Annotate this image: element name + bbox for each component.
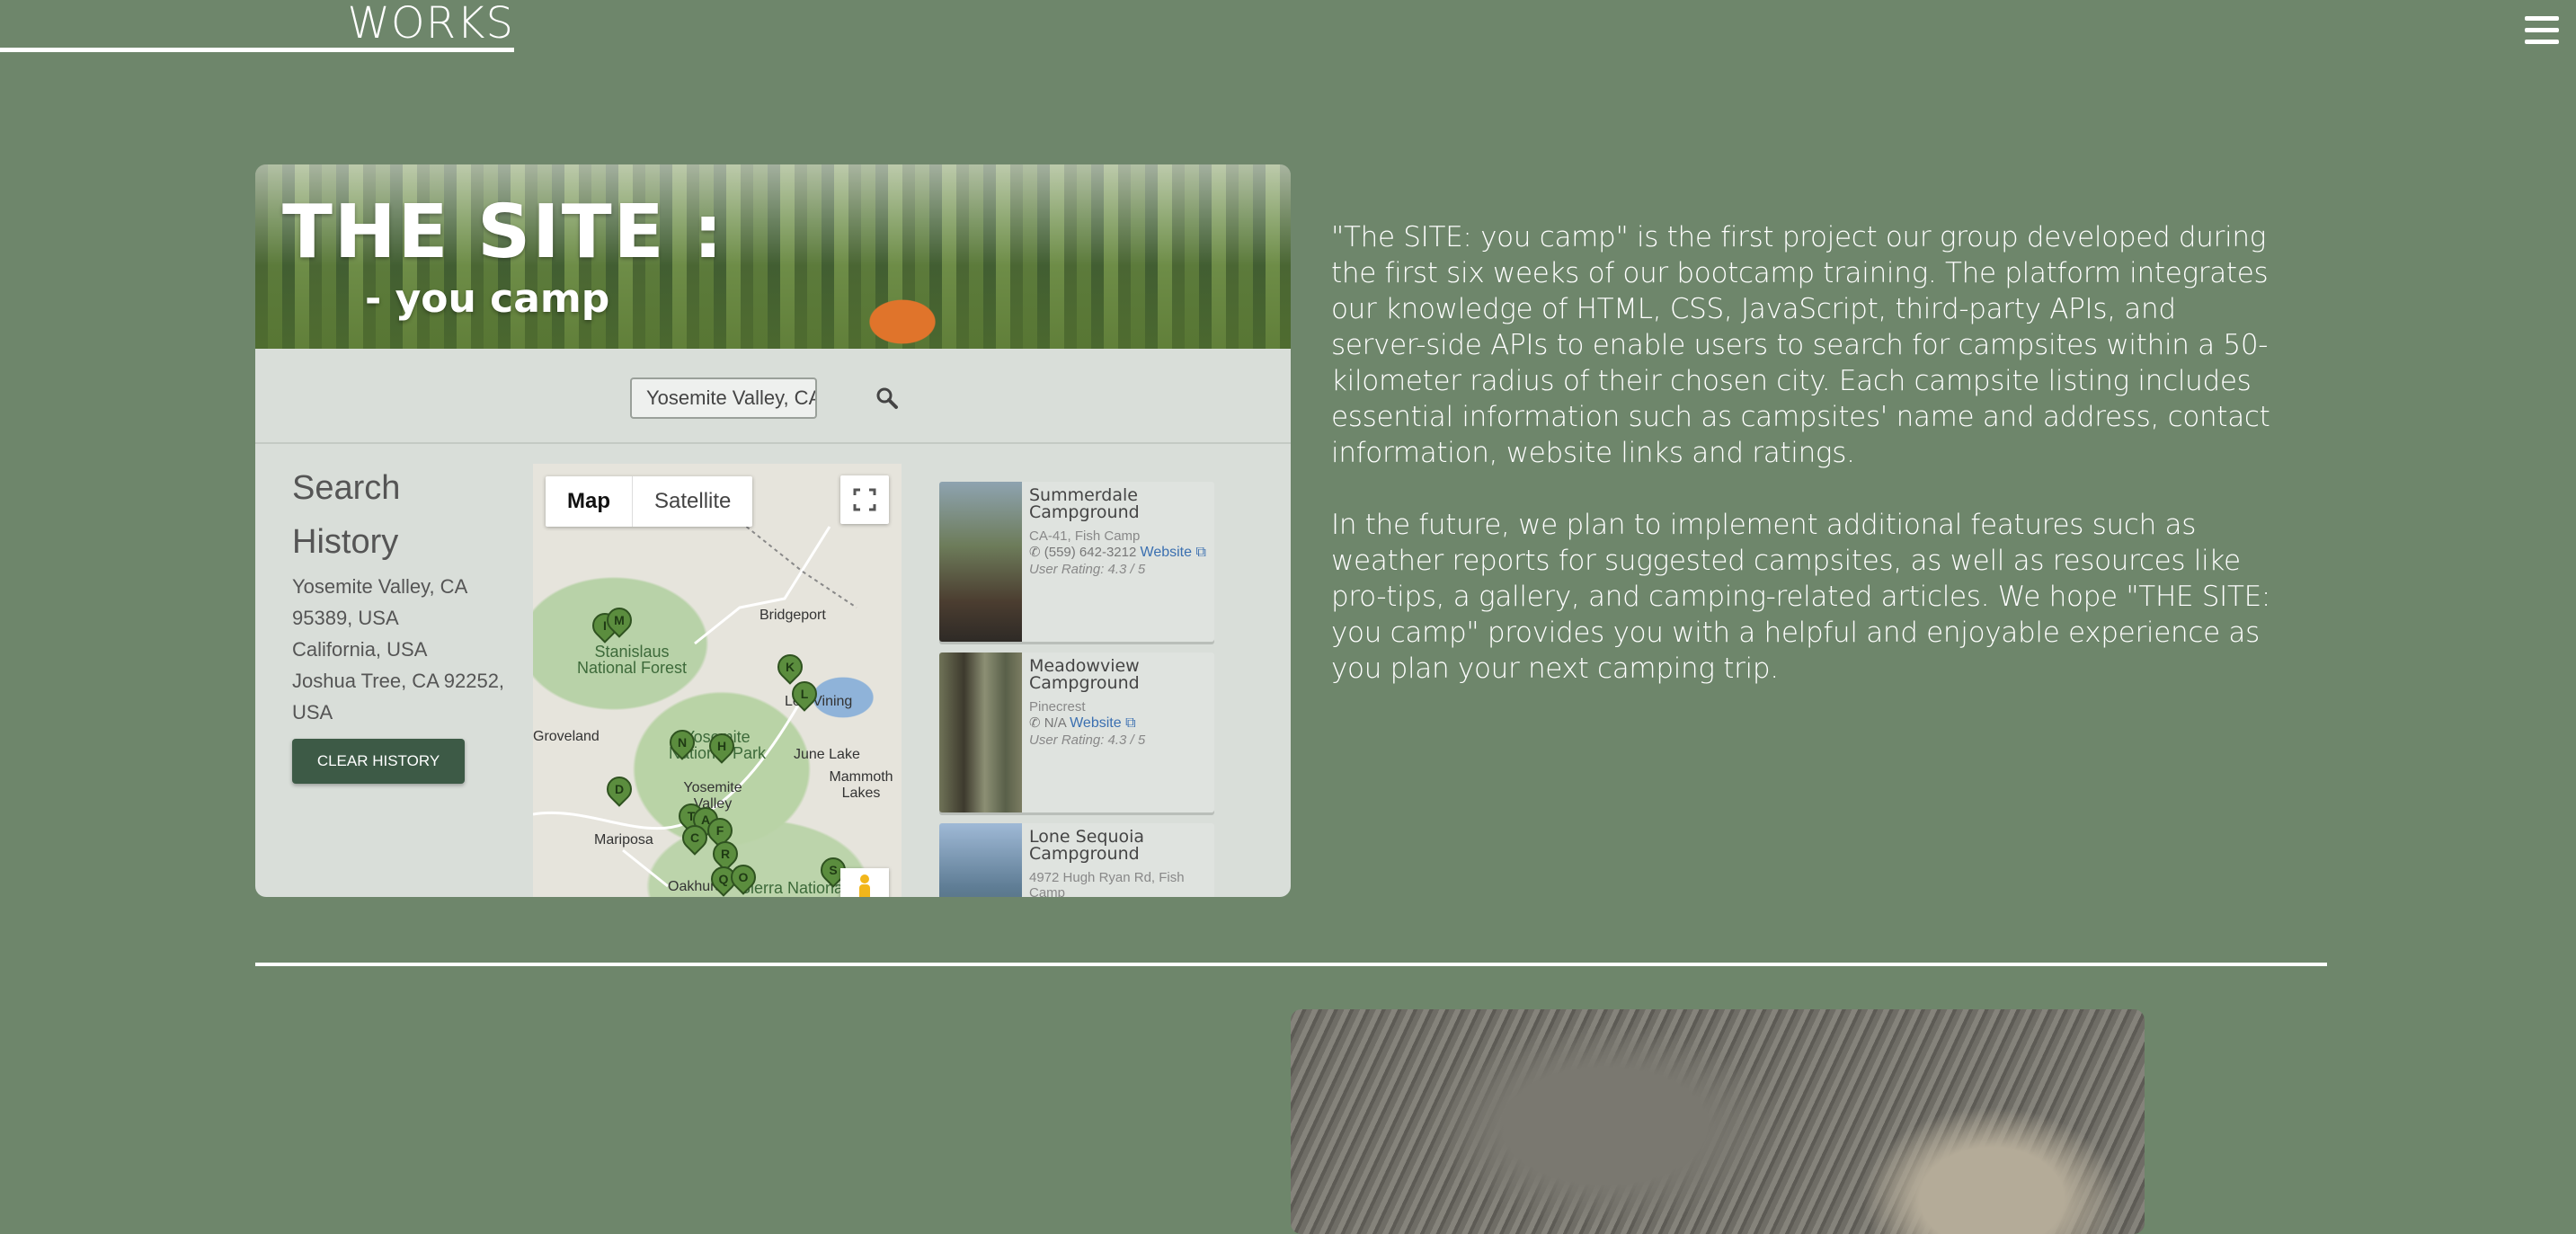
phone-icon: ✆: [1029, 545, 1041, 560]
search-icon[interactable]: [875, 386, 899, 410]
hero-subtitle: - you camp: [365, 276, 610, 322]
history-item[interactable]: Yosemite Valley, CA 95389, USA: [292, 571, 508, 634]
campsite-address: CA-41, Fish Camp: [1029, 528, 1141, 544]
search-input[interactable]: Yosemite Valley, CA, USA: [630, 377, 817, 419]
map-label: June Lake: [794, 747, 860, 762]
hero-banner: THE SITE : - you camp: [255, 164, 1291, 349]
map-label: Stanislaus National Forest: [576, 643, 688, 677]
history-item[interactable]: California, USA: [292, 634, 508, 665]
website-link[interactable]: Website ⧉: [1141, 545, 1206, 560]
campsite-phone: ✆ N/A Website ⧉: [1029, 715, 1136, 731]
section-title: WORKS: [347, 0, 514, 49]
phone-icon: ✆: [1029, 715, 1041, 731]
search-history: Search History Yosemite Valley, CA 95389…: [292, 461, 508, 784]
campsite-card[interactable]: Summerdale Campground CA-41, Fish Camp ✆…: [939, 482, 1214, 642]
search-bar: Yosemite Valley, CA, USA: [255, 349, 1291, 444]
history-heading: Search History: [292, 469, 401, 561]
campsite-name: Meadowview Campground: [1029, 656, 1140, 693]
external-link-icon: ⧉: [1195, 545, 1206, 560]
campsite-photo: [939, 482, 1022, 642]
project-screenshot-card[interactable]: THE SITE : - you camp Yosemite Valley, C…: [255, 164, 1291, 897]
next-project-image[interactable]: [1291, 1009, 2145, 1234]
campsite-photo: [939, 823, 1022, 897]
map-label: Groveland: [533, 729, 600, 744]
project-description: "The SITE: you camp" is the first projec…: [1331, 219, 2275, 723]
map-label: Bridgeport: [759, 608, 826, 623]
campsite-address: Pinecrest: [1029, 699, 1086, 715]
campsite-photo: [939, 653, 1022, 812]
campsite-name: Summerdale Campground: [1029, 485, 1140, 522]
campsite-rating: User Rating: 4.3 / 5: [1029, 732, 1146, 748]
description-paragraph: In the future, we plan to implement addi…: [1331, 509, 2271, 685]
map-type-map-button[interactable]: Map: [546, 476, 633, 527]
fullscreen-icon[interactable]: [840, 475, 889, 524]
pegman-icon[interactable]: [840, 868, 889, 897]
campsite-results-list[interactable]: Summerdale Campground CA-41, Fish Camp ✆…: [939, 482, 1214, 897]
external-link-icon: ⧉: [1125, 715, 1136, 731]
campsite-phone: ✆ (559) 642-3212 Website ⧉: [1029, 545, 1206, 560]
clear-history-button[interactable]: CLEAR HISTORY: [292, 739, 465, 784]
section-divider: [255, 963, 2327, 966]
description-paragraph: "The SITE: you camp" is the first projec…: [1331, 221, 2270, 469]
campsite-name: Lone Sequoia Campground: [1029, 827, 1145, 864]
campsite-card[interactable]: Lone Sequoia Campground 4972 Hugh Ryan R…: [939, 823, 1214, 897]
map-type-control: Map Satellite: [546, 476, 753, 527]
campsite-card[interactable]: Meadowview Campground Pinecrest ✆ N/A We…: [939, 653, 1214, 812]
history-list: Yosemite Valley, CA 95389, USA Californi…: [292, 571, 508, 728]
map-label: Mammoth Lakes: [829, 769, 893, 801]
campsite-address: 4972 Hugh Ryan Rd, Fish Camp: [1029, 870, 1185, 897]
map-type-satellite-button[interactable]: Satellite: [633, 476, 752, 527]
hero-title: THE SITE :: [282, 190, 724, 275]
menu-icon[interactable]: [2525, 16, 2559, 49]
campsite-map[interactable]: Bridgeport Stanislaus National Forest Gr…: [533, 464, 902, 897]
campsite-rating: User Rating: 4.3 / 5: [1029, 562, 1146, 577]
history-item[interactable]: Joshua Tree, CA 92252, USA: [292, 665, 508, 728]
works-header: WORKS: [0, 0, 514, 52]
website-link[interactable]: Website ⧉: [1070, 715, 1135, 731]
map-label: Mariposa: [594, 832, 653, 848]
